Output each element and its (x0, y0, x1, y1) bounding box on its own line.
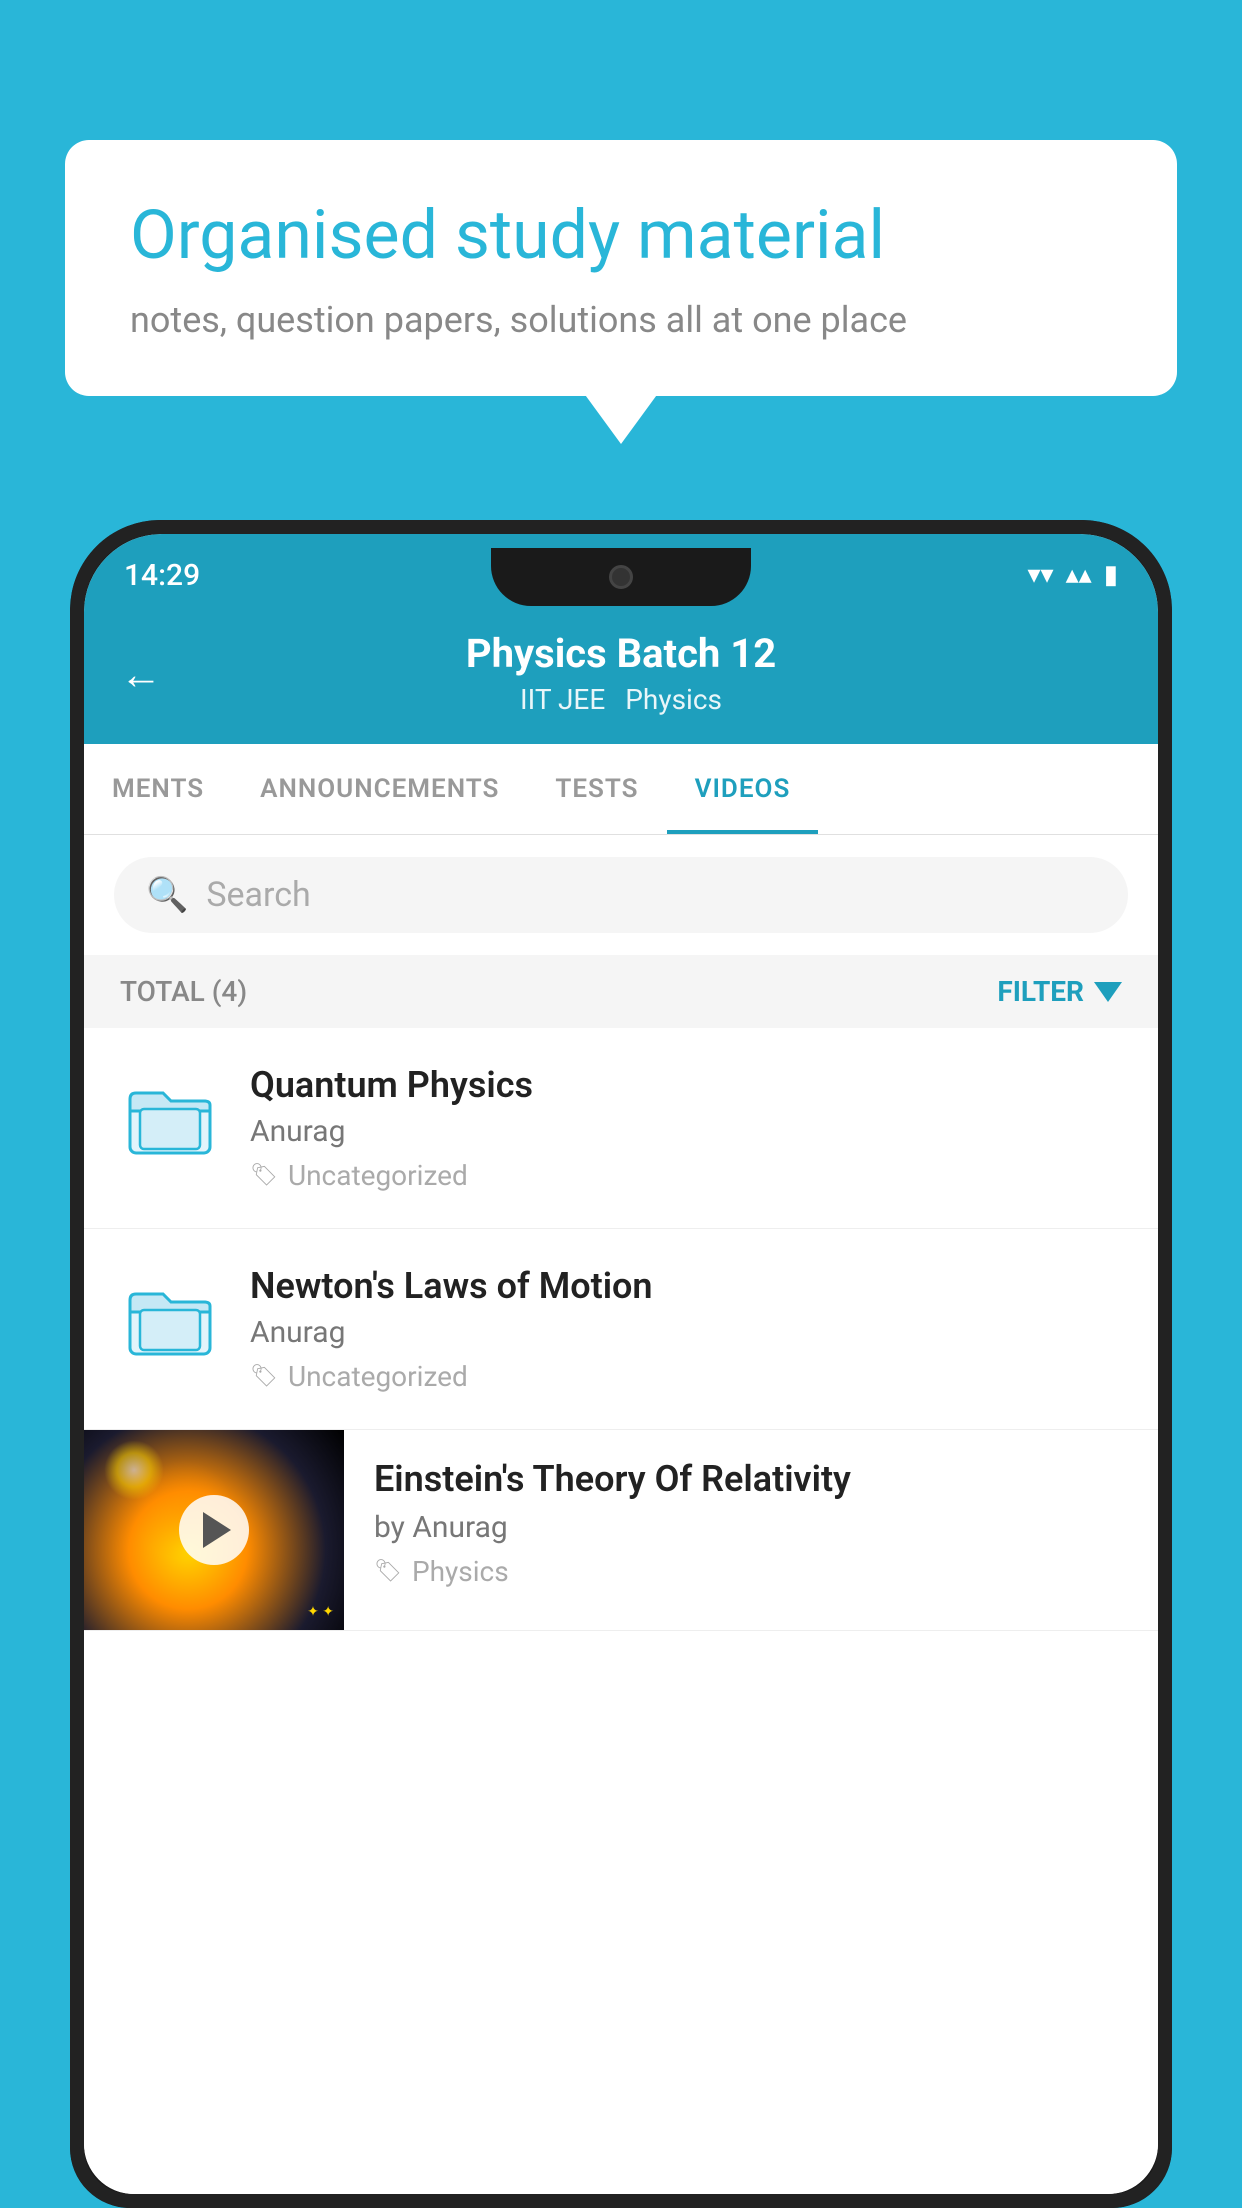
header-title: Physics Batch 12 (466, 630, 776, 677)
status-time: 14:29 (124, 558, 200, 593)
video-info: Einstein's Theory Of Relativity by Anura… (344, 1430, 1158, 1616)
header-subtitle-physics: Physics (625, 683, 722, 716)
tabs-bar: MENTS ANNOUNCEMENTS TESTS VIDEOS (84, 744, 1158, 835)
folder-icon (125, 1275, 215, 1365)
front-camera (609, 565, 633, 589)
video-title: Newton's Laws of Motion (250, 1265, 1122, 1307)
list-item[interactable]: Newton's Laws of Motion Anurag 🏷 Uncateg… (84, 1229, 1158, 1430)
filter-icon (1094, 982, 1122, 1002)
speech-bubble: Organised study material notes, question… (65, 140, 1177, 396)
status-icons: ▾▾ ▴▴ ▮ (1027, 560, 1118, 590)
search-bar[interactable]: 🔍 Search (114, 857, 1128, 933)
video-thumbnail: ✦ ✦ (84, 1430, 344, 1630)
speech-bubble-subtitle: notes, question papers, solutions all at… (130, 299, 1112, 341)
video-tag: 🏷 Uncategorized (250, 1159, 1122, 1192)
tag-label: Physics (412, 1555, 509, 1588)
phone-frame: 14:29 ▾▾ ▴▴ ▮ ← Physics Batch 12 IIT JEE… (70, 520, 1172, 2208)
list-item[interactable]: ✦ ✦ Einstein's Theory Of Relativity by A… (84, 1430, 1158, 1631)
folder-icon-container (120, 1064, 220, 1174)
app-header: ← Physics Batch 12 IIT JEE Physics (84, 606, 1158, 744)
search-input[interactable]: Search (206, 875, 310, 915)
filter-label: FILTER (997, 975, 1084, 1008)
header-subtitle: IIT JEE Physics (520, 683, 722, 716)
back-button[interactable]: ← (120, 651, 162, 700)
header-subtitle-iitjee: IIT JEE (520, 683, 605, 716)
filter-button[interactable]: FILTER (997, 975, 1122, 1008)
video-info: Newton's Laws of Motion Anurag 🏷 Uncateg… (250, 1265, 1122, 1393)
search-icon: 🔍 (146, 875, 188, 915)
speech-bubble-title: Organised study material (130, 195, 1112, 277)
volume-down-button[interactable] (70, 940, 72, 1030)
tab-tests[interactable]: TESTS (527, 744, 666, 834)
play-icon (203, 1512, 231, 1548)
tag-icon: 🏷 (250, 1163, 278, 1188)
power-button[interactable] (1170, 880, 1172, 1020)
play-button[interactable] (179, 1495, 249, 1565)
video-author: Anurag (250, 1315, 1122, 1350)
video-author: Anurag (250, 1114, 1122, 1149)
signal-icon: ▴▴ (1066, 560, 1092, 590)
tag-label: Uncategorized (288, 1159, 468, 1192)
folder-icon (125, 1074, 215, 1164)
tab-videos[interactable]: VIDEOS (667, 744, 819, 834)
video-tag: 🏷 Physics (374, 1555, 1128, 1588)
tag-icon: 🏷 (374, 1559, 402, 1584)
folder-icon-container (120, 1265, 220, 1375)
speech-bubble-wrapper: Organised study material notes, question… (65, 140, 1177, 396)
phone-notch (491, 548, 751, 606)
total-count: TOTAL (4) (120, 975, 247, 1008)
tag-label: Uncategorized (288, 1360, 468, 1393)
video-title: Quantum Physics (250, 1064, 1122, 1106)
volume-up-button[interactable] (70, 820, 72, 910)
tab-announcements[interactable]: ANNOUNCEMENTS (232, 744, 527, 834)
tab-ments[interactable]: MENTS (84, 744, 232, 834)
video-tag: 🏷 Uncategorized (250, 1360, 1122, 1393)
battery-icon: ▮ (1104, 560, 1118, 590)
wifi-icon: ▾▾ (1027, 560, 1053, 590)
tag-icon: 🏷 (250, 1364, 278, 1389)
video-list: Quantum Physics Anurag 🏷 Uncategorized (84, 1028, 1158, 2194)
video-title: Einstein's Theory Of Relativity (374, 1458, 1128, 1500)
video-author: by Anurag (374, 1510, 1128, 1545)
filter-bar: TOTAL (4) FILTER (84, 955, 1158, 1028)
phone-screen: 14:29 ▾▾ ▴▴ ▮ ← Physics Batch 12 IIT JEE… (84, 534, 1158, 2194)
video-info: Quantum Physics Anurag 🏷 Uncategorized (250, 1064, 1122, 1192)
list-item[interactable]: Quantum Physics Anurag 🏷 Uncategorized (84, 1028, 1158, 1229)
search-section: 🔍 Search (84, 835, 1158, 955)
